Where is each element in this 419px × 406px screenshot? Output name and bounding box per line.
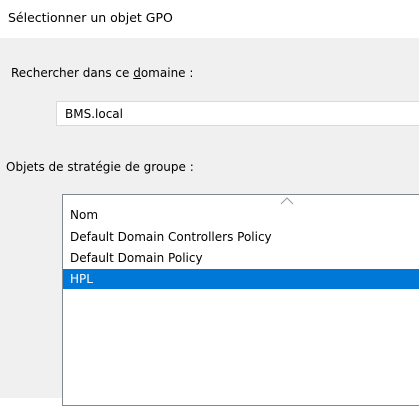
domain-label-suffix: omaine : (140, 66, 194, 80)
list-item[interactable]: HPL (63, 269, 419, 289)
list-item-label: Default Domain Controllers Policy (70, 230, 272, 244)
domain-value: BMS.local (65, 107, 123, 121)
column-header-name[interactable]: Nom (63, 195, 419, 226)
dialog-body: Rechercher dans ce domaine : BMS.local O… (0, 38, 419, 406)
column-header-label: Nom (70, 208, 99, 222)
sort-ascending-icon (280, 197, 294, 205)
gpo-list-label: Objets de stratégie de groupe : (6, 160, 194, 174)
list-item-label: Default Domain Policy (70, 251, 203, 265)
domain-dropdown[interactable]: BMS.local (56, 101, 419, 126)
list-item-label: HPL (70, 272, 93, 286)
domain-label-prefix: Rechercher dans ce (11, 66, 134, 80)
gpo-list[interactable]: Nom Default Domain Controllers Policy De… (62, 194, 419, 406)
list-item[interactable]: Default Domain Policy (63, 248, 419, 268)
title-bar: Sélectionner un objet GPO (0, 0, 419, 38)
list-item[interactable]: Default Domain Controllers Policy (63, 227, 419, 247)
domain-label-accelerator: d (133, 66, 141, 80)
window-title: Sélectionner un objet GPO (8, 10, 173, 25)
domain-label: Rechercher dans ce domaine : (11, 66, 193, 80)
